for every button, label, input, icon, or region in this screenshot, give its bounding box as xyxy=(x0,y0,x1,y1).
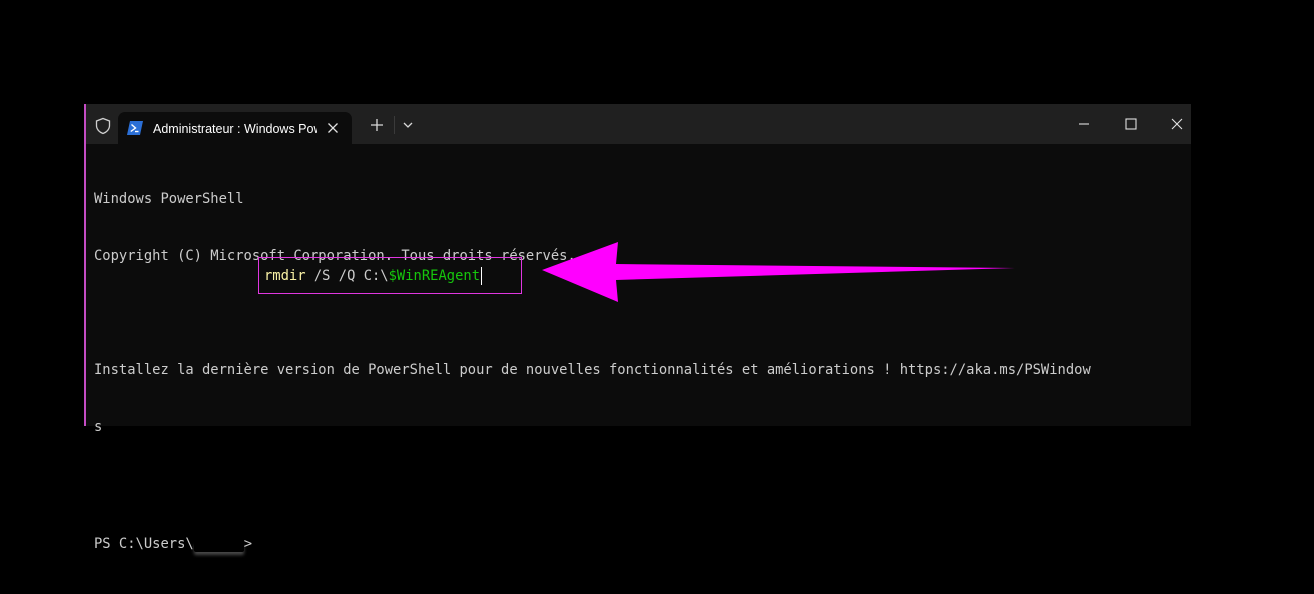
arrow-left-icon xyxy=(542,242,1015,302)
terminal-line: s xyxy=(94,419,103,435)
tab-separator xyxy=(394,116,395,134)
plus-icon[interactable] xyxy=(370,118,384,132)
shield-icon[interactable] xyxy=(94,117,112,135)
window-close-icon[interactable] xyxy=(1169,116,1185,132)
terminal-output[interactable]: Windows PowerShell Copyright (C) Microso… xyxy=(94,152,1186,594)
terminal-line: Installez la dernière version de PowerSh… xyxy=(94,362,1091,378)
prompt-line: PS C:\Users\ > xyxy=(94,532,1186,556)
prompt-suffix: > xyxy=(243,536,252,552)
tab-title: Administrateur : Windows PowerShell xyxy=(153,122,317,136)
minimize-icon[interactable] xyxy=(1076,116,1092,132)
maximize-icon[interactable] xyxy=(1123,116,1139,132)
powershell-icon xyxy=(127,121,143,135)
tab-administrator-powershell[interactable]: Administrateur : Windows PowerShell xyxy=(118,112,352,144)
command-input[interactable]: rmdir /S /Q C:\$WinREAgent xyxy=(264,264,482,288)
chevron-down-icon[interactable] xyxy=(402,120,414,130)
redacted-username xyxy=(193,542,244,552)
close-icon[interactable] xyxy=(324,119,342,137)
command-args: /S /Q C:\ xyxy=(305,268,389,284)
text-cursor xyxy=(481,267,482,285)
terminal-line: Windows PowerShell xyxy=(94,191,244,207)
command-variable: $WinREAgent xyxy=(388,268,480,284)
command-verb: rmdir xyxy=(264,268,306,284)
title-bar: Administrateur : Windows PowerShell xyxy=(86,104,1191,144)
prompt-prefix: PS C:\Users\ xyxy=(94,536,194,552)
